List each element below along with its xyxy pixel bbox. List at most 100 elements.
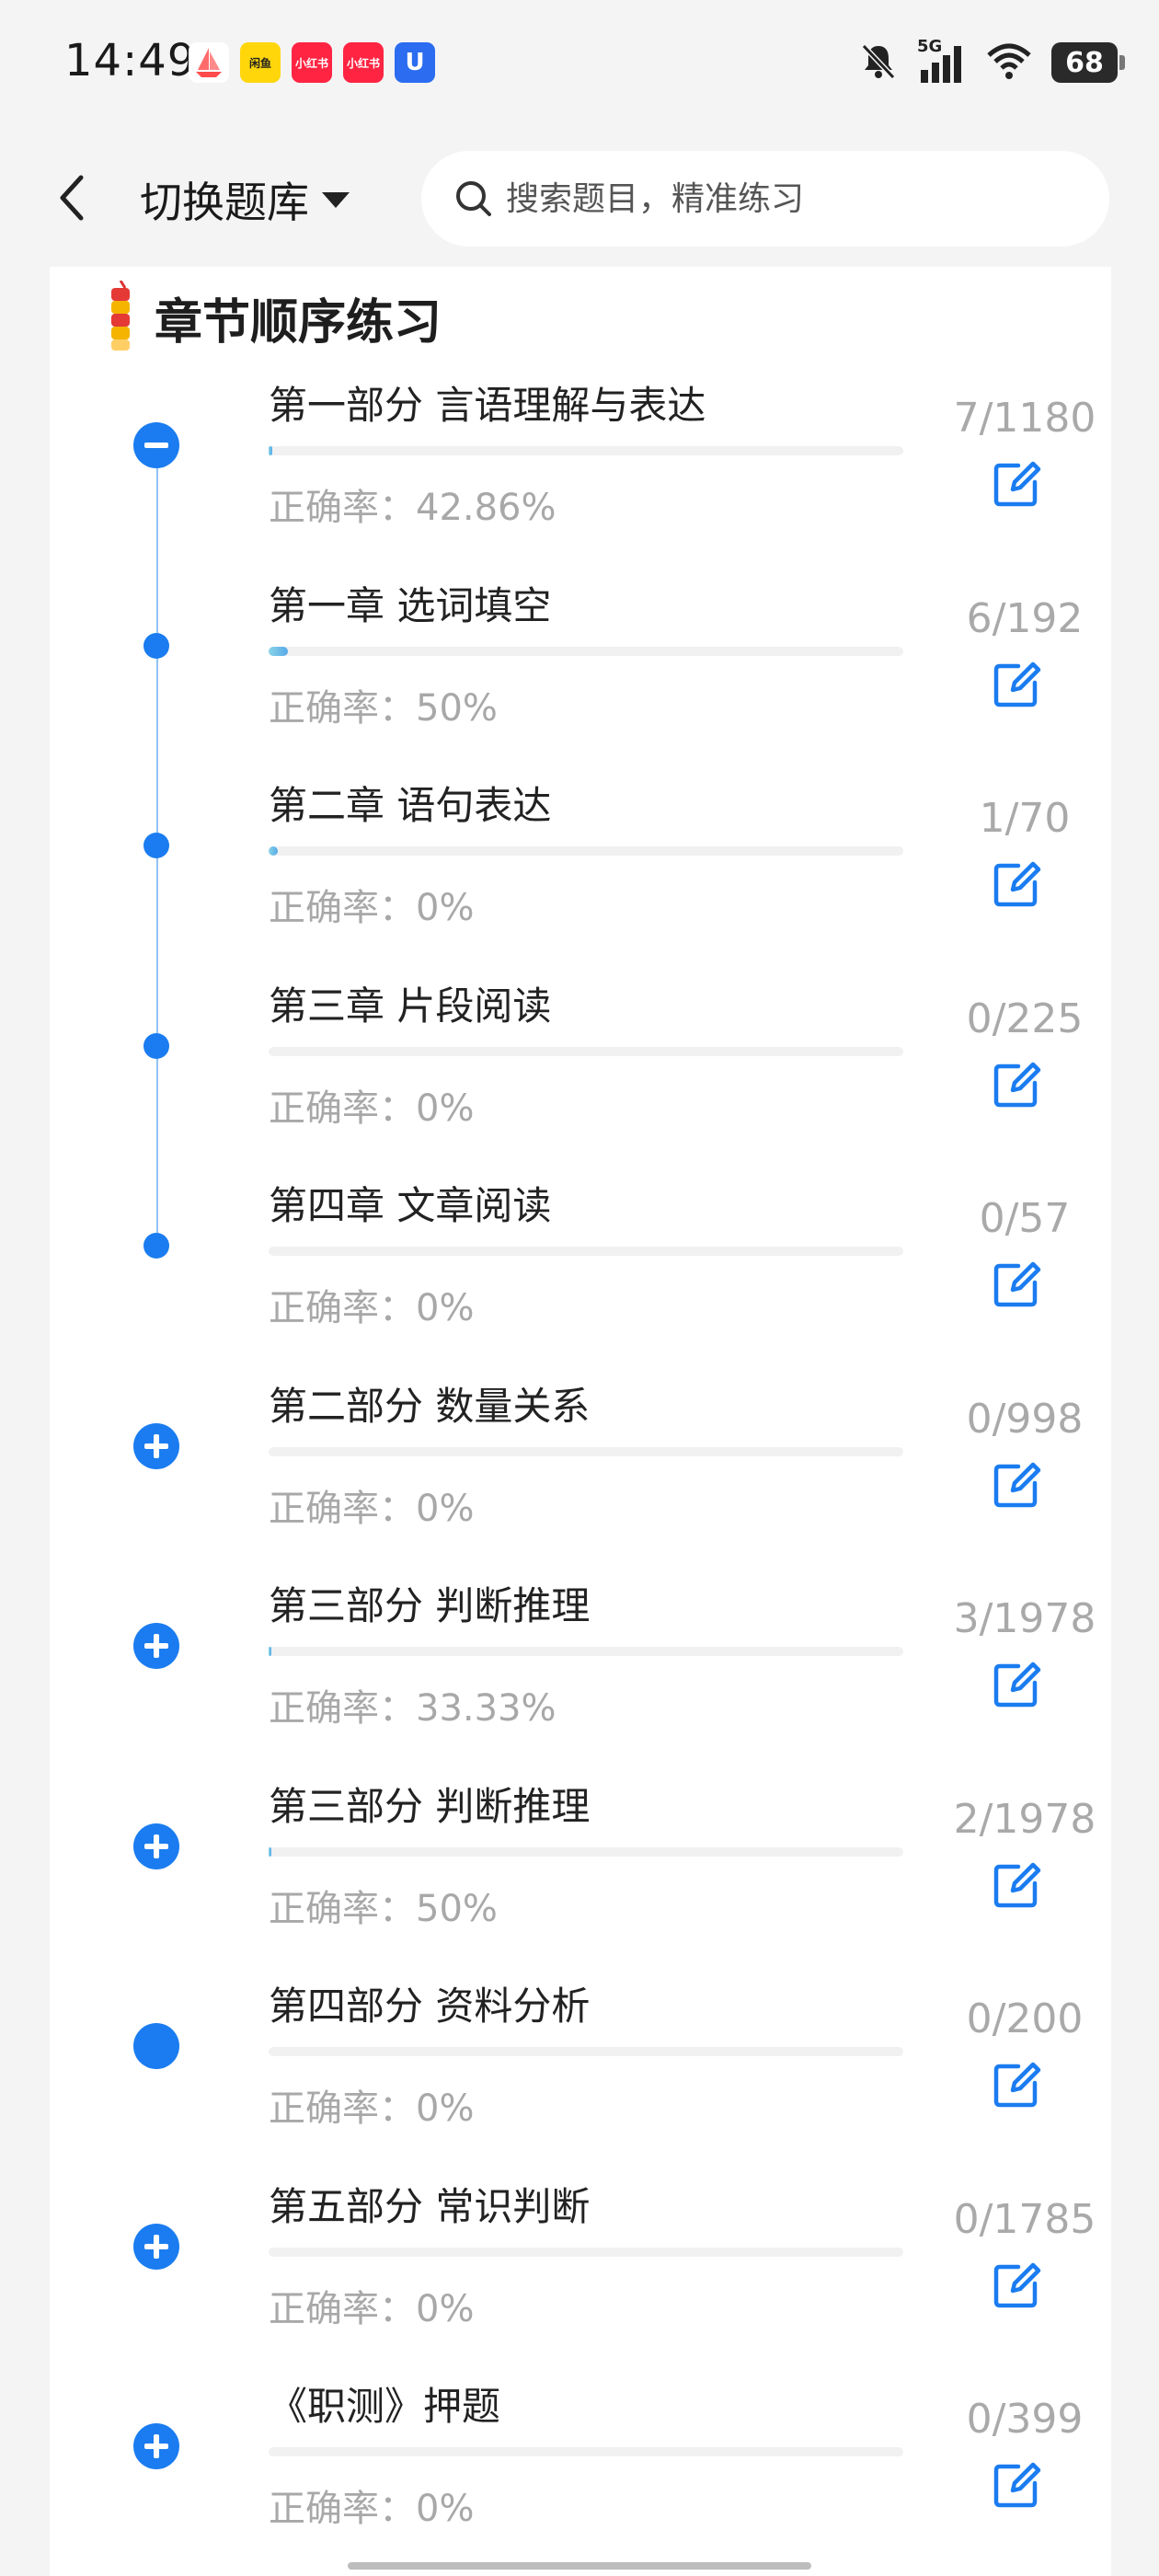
chapter-title: 第四章 文章阅读 <box>269 1183 552 1228</box>
accuracy-rate: 正确率：50% <box>269 686 498 730</box>
progress-bar <box>269 846 903 856</box>
accuracy-rate: 正确率：42.86% <box>269 487 557 529</box>
chapter-item[interactable]: 第一章 选词填空 正确率：50% 6/192 <box>50 575 1111 776</box>
switch-library-dropdown[interactable]: 切换题库 <box>140 167 351 232</box>
collapse-button[interactable] <box>133 422 179 468</box>
accuracy-rate: 正确率：0% <box>269 2087 475 2130</box>
practice-edit-button[interactable] <box>986 2257 1047 2317</box>
expand-button[interactable] <box>133 1623 179 1669</box>
chapter-item[interactable]: 第二章 语句表达 正确率：0% 1/70 <box>50 775 1111 975</box>
chapter-item[interactable]: 《职测》押题 正确率：0% 0/399 <box>50 2375 1111 2576</box>
progress-count: 3/1978 <box>953 1595 1096 1642</box>
accuracy-rate: 正确率：0% <box>269 1287 475 1329</box>
chapter-title: 第三章 片段阅读 <box>269 983 552 1029</box>
expand-button[interactable] <box>133 2223 179 2270</box>
status-time: 14:49 <box>64 35 197 86</box>
notif-label: 小红书 <box>294 56 328 70</box>
progress-fill <box>269 446 273 455</box>
search-bar[interactable] <box>421 151 1109 247</box>
solid-marker <box>133 2023 179 2069</box>
edit-icon <box>991 1659 1042 1714</box>
expand-button[interactable] <box>133 1823 179 1869</box>
notif-label: 小红书 <box>346 56 380 70</box>
section-title: 章节顺序练习 <box>155 294 442 351</box>
firecracker-icon <box>111 281 130 351</box>
progress-count: 0/225 <box>966 995 1084 1042</box>
expand-button[interactable] <box>133 1422 179 1469</box>
chapter-title: 第四部分 资料分析 <box>269 1984 591 2029</box>
chapter-item[interactable]: 第四章 文章阅读 正确率：0% 0/57 <box>50 1175 1111 1375</box>
practice-edit-button[interactable] <box>986 856 1047 916</box>
progress-count: 0/200 <box>966 1995 1084 2042</box>
plus-circle-icon <box>133 2223 179 2270</box>
chapter-item[interactable]: 第三章 片段阅读 正确率：0% 0/225 <box>50 975 1111 1176</box>
progress-count: 0/1785 <box>953 2195 1096 2243</box>
practice-edit-button[interactable] <box>986 1456 1047 1517</box>
circle-icon <box>133 2023 179 2069</box>
practice-edit-button[interactable] <box>986 1656 1047 1717</box>
progress-count: 2/1978 <box>953 1795 1096 1843</box>
accuracy-rate: 正确率：0% <box>269 2488 475 2530</box>
plus-circle-icon <box>133 2423 179 2469</box>
progress-bar <box>269 446 903 455</box>
chevron-left-icon <box>60 175 84 221</box>
section-header: 章节顺序练习 <box>103 276 442 359</box>
chapter-title: 第五部分 常识判断 <box>269 2183 591 2229</box>
plus-circle-icon <box>133 1823 179 1869</box>
practice-edit-button[interactable] <box>986 455 1047 516</box>
progress-bar <box>269 646 903 656</box>
status-bar: 14:49 闲鱼 小红书 小红书 U 5G 68 <box>0 0 1159 129</box>
chapter-item[interactable]: 第四部分 资料分析 正确率：0% 0/200 <box>50 1975 1111 2176</box>
chapter-item[interactable]: 第五部分 常识判断 正确率：0% 0/1785 <box>50 2176 1111 2376</box>
edit-icon <box>991 659 1042 714</box>
accuracy-rate: 正确率：0% <box>269 1087 475 1130</box>
progress-count: 0/998 <box>966 1395 1084 1443</box>
chapter-item[interactable]: 第三部分 判断推理 正确率：50% 2/1978 <box>50 1776 1111 1976</box>
chapter-title: 第三部分 判断推理 <box>269 1583 591 1628</box>
chapter-title: 第二部分 数量关系 <box>269 1383 591 1429</box>
bell-muted-icon <box>858 40 899 85</box>
search-icon <box>456 181 491 216</box>
progress-bar <box>269 1647 903 1656</box>
app-blue-u-icon: U <box>395 42 435 83</box>
practice-edit-button[interactable] <box>986 2456 1047 2517</box>
chapter-item[interactable]: 第二部分 数量关系 正确率：0% 0/998 <box>50 1375 1111 1576</box>
edit-icon <box>991 2260 1042 2315</box>
app-boat-icon <box>189 42 229 83</box>
progress-count: 7/1180 <box>953 395 1096 442</box>
practice-edit-button[interactable] <box>986 1857 1047 1917</box>
accuracy-rate: 正确率：50% <box>269 1887 498 1930</box>
accuracy-rate: 正确率：0% <box>269 2287 475 2330</box>
back-button[interactable] <box>44 166 99 230</box>
progress-fill <box>269 1647 272 1656</box>
minus-circle-icon <box>133 422 179 468</box>
practice-edit-button[interactable] <box>986 1056 1047 1117</box>
progress-fill <box>269 1846 272 1857</box>
timeline-dot <box>143 1032 170 1060</box>
practice-edit-button[interactable] <box>986 1256 1047 1317</box>
chapter-item[interactable]: 第一部分 言语理解与表达 正确率：42.86% 7/1180 <box>50 374 1111 575</box>
practice-edit-button[interactable] <box>986 656 1047 717</box>
timeline-dot <box>143 632 170 660</box>
edit-icon <box>991 1059 1042 1114</box>
timeline-dot <box>143 832 170 859</box>
accuracy-rate: 正确率：0% <box>269 887 475 929</box>
progress-bar <box>269 2247 903 2257</box>
search-input[interactable] <box>506 179 1058 218</box>
progress-fill <box>269 846 278 856</box>
progress-count: 6/192 <box>966 594 1084 642</box>
xiaohongshu-icon-2: 小红书 <box>343 42 384 83</box>
caret-down-icon <box>322 192 350 208</box>
expand-button[interactable] <box>133 2423 179 2469</box>
top-bar: 切换题库 <box>0 129 1159 267</box>
notification-icons: 闲鱼 小红书 小红书 U <box>189 42 435 83</box>
progress-count: 1/70 <box>979 795 1071 842</box>
home-indicator[interactable] <box>348 2562 811 2570</box>
system-icons: 5G 68 <box>858 37 1125 88</box>
progress-bar <box>269 1446 903 1456</box>
practice-edit-button[interactable] <box>986 2056 1047 2117</box>
chapter-item[interactable]: 第三部分 判断推理 正确率：33.33% 3/1978 <box>50 1575 1111 1776</box>
progress-count: 0/57 <box>979 1195 1071 1242</box>
progress-bar <box>269 2047 903 2056</box>
notif-label: U <box>405 49 425 76</box>
